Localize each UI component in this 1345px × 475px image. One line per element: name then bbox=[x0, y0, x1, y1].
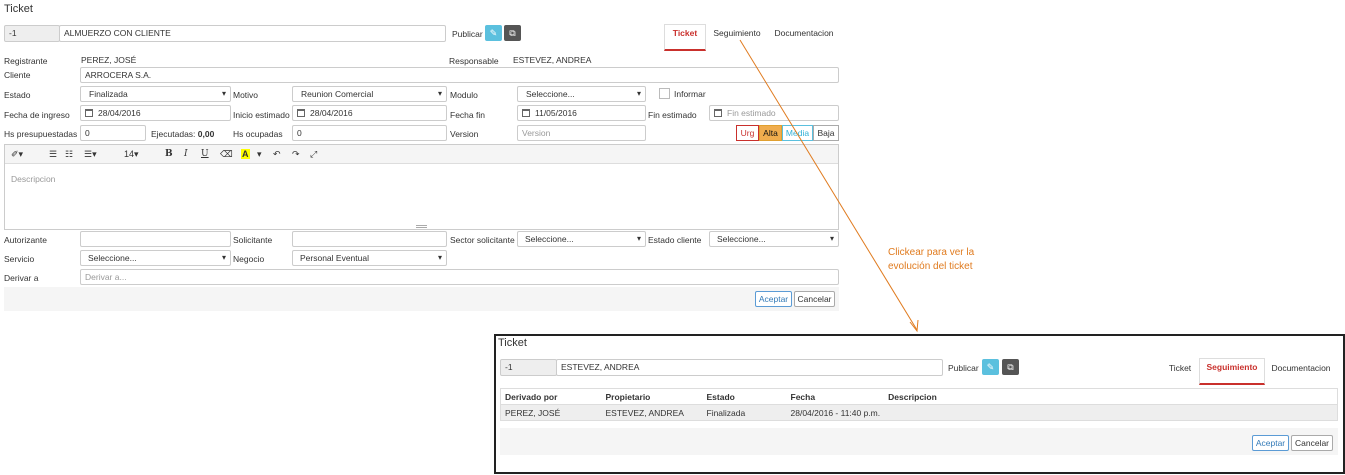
pencil-icon: ✎ bbox=[986, 362, 995, 372]
popup-cancel-button[interactable]: Cancelar bbox=[1291, 435, 1333, 451]
annotation-line-2: evolución del ticket bbox=[888, 261, 973, 272]
col-propietario: Propietario bbox=[605, 391, 651, 402]
col-descripcion: Descripcion bbox=[888, 391, 937, 402]
popup-publish-label: Publicar bbox=[948, 363, 979, 373]
popup-edit-button[interactable]: ✎ bbox=[982, 359, 999, 375]
col-fecha: Fecha bbox=[790, 391, 816, 402]
cell-derivado-por: PEREZ, JOSÉ bbox=[505, 407, 561, 418]
table-row[interactable]: PEREZ, JOSÉ ESTEVEZ, ANDREA Finalizada 2… bbox=[500, 404, 1338, 421]
col-derivado-por: Derivado por bbox=[505, 391, 558, 402]
popup-title: Ticket bbox=[498, 337, 527, 349]
seguimiento-table: Derivado por Propietario Estado Fecha De… bbox=[500, 388, 1338, 421]
col-estado: Estado bbox=[706, 391, 735, 402]
popup-external-link-button[interactable]: ⧉ bbox=[1002, 359, 1019, 375]
cell-propietario: ESTEVEZ, ANDREA bbox=[605, 407, 684, 418]
popup-footer bbox=[500, 428, 1338, 455]
popup-ticket-id-field[interactable]: -1 bbox=[500, 359, 557, 376]
popup-tab-documentacion[interactable]: Documentacion bbox=[1270, 363, 1332, 373]
cell-estado: Finalizada bbox=[706, 407, 746, 418]
annotation-line-1: Clickear para ver la bbox=[888, 247, 975, 258]
popup-tab-ticket[interactable]: Ticket bbox=[1167, 363, 1193, 373]
external-link-icon: ⧉ bbox=[1007, 362, 1014, 372]
cell-descripcion bbox=[884, 405, 1337, 421]
popup-subject-input[interactable]: ESTEVEZ, ANDREA bbox=[556, 359, 943, 376]
popup-accept-button[interactable]: Aceptar bbox=[1252, 435, 1289, 451]
cell-fecha: 28/04/2016 - 11:40 p.m. bbox=[790, 407, 881, 418]
popup-tab-seguimiento[interactable]: Seguimiento bbox=[1199, 358, 1265, 385]
